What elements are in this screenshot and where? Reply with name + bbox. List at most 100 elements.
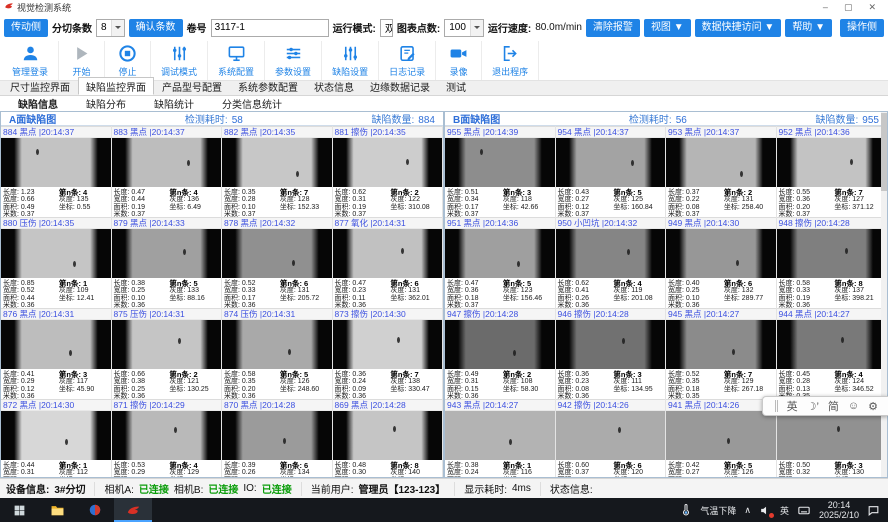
defect-thumbnail[interactable] bbox=[112, 411, 222, 460]
defect-cell[interactable]: 954 黑点 |20:14:37长度: 0.43宽度: 0.27面积: 0.12… bbox=[556, 126, 667, 217]
defect-cell[interactable]: 952 黑点 |20:14:36长度: 0.55宽度: 0.36面积: 0.20… bbox=[777, 126, 888, 217]
defect-thumbnail[interactable] bbox=[333, 411, 443, 460]
tab-1[interactable]: 缺陷监控界面 bbox=[78, 77, 154, 95]
weather-text[interactable]: 气温下降 bbox=[700, 504, 736, 517]
defect-cell[interactable]: 948 擦伤 |20:14:28长度: 0.58宽度: 0.33面积: 0.19… bbox=[777, 217, 888, 308]
defect-cell[interactable]: 873 擦伤 |20:14:30长度: 0.36宽度: 0.24面积: 0.09… bbox=[333, 308, 444, 399]
start-button[interactable]: 开始 bbox=[59, 41, 105, 80]
speaker-muted-icon[interactable] bbox=[759, 504, 772, 517]
tab-4[interactable]: 状态信息 bbox=[306, 77, 362, 95]
defect-cell[interactable]: 870 黑点 |20:14:28长度: 0.39宽度: 0.26面积: 0.10… bbox=[222, 399, 333, 478]
scrollbar-thumb[interactable] bbox=[881, 113, 887, 191]
debug-mode-button[interactable]: 调试模式 bbox=[151, 41, 208, 80]
defect-thumbnail[interactable] bbox=[222, 138, 332, 187]
defect-cell[interactable]: 874 压伤 |20:14:31长度: 0.58宽度: 0.35面积: 0.20… bbox=[222, 308, 333, 399]
tab-0[interactable]: 尺寸监控界面 bbox=[2, 77, 78, 95]
start-menu-icon[interactable] bbox=[0, 498, 38, 522]
defect-thumbnail[interactable] bbox=[1, 138, 111, 187]
defect-settings-button[interactable]: 缺陷设置 bbox=[322, 41, 379, 80]
defect-cell[interactable]: 882 黑点 |20:14:35长度: 0.35宽度: 0.28面积: 0.10… bbox=[222, 126, 333, 217]
defect-thumbnail[interactable] bbox=[556, 320, 666, 369]
param-settings-button[interactable]: 参数设置 bbox=[265, 41, 322, 80]
defect-thumbnail[interactable] bbox=[222, 320, 332, 369]
defect-cell[interactable]: 883 黑点 |20:14:37长度: 0.47宽度: 0.44面积: 0.19… bbox=[112, 126, 223, 217]
defect-thumbnail[interactable] bbox=[556, 229, 666, 278]
defect-thumbnail[interactable] bbox=[666, 320, 776, 369]
file-explorer-icon[interactable] bbox=[38, 498, 76, 522]
defect-thumbnail[interactable] bbox=[777, 138, 887, 187]
stop-button[interactable]: 停止 bbox=[105, 41, 151, 80]
defect-thumbnail[interactable] bbox=[445, 411, 555, 460]
defect-cell[interactable]: 875 压伤 |20:14:31长度: 0.66宽度: 0.38面积: 0.25… bbox=[112, 308, 223, 399]
log-button[interactable]: 日志记录 bbox=[379, 41, 436, 80]
defect-cell[interactable]: 955 黑点 |20:14:39长度: 0.51宽度: 0.34面积: 0.17… bbox=[445, 126, 556, 217]
input-language-indicator[interactable]: 英 bbox=[780, 504, 789, 517]
defect-thumbnail[interactable] bbox=[112, 229, 222, 278]
login-button[interactable]: 管理登录 bbox=[2, 41, 59, 80]
inspection-app-icon[interactable] bbox=[114, 498, 152, 522]
defect-thumbnail[interactable] bbox=[333, 138, 443, 187]
defect-thumbnail[interactable] bbox=[112, 320, 222, 369]
ime-moon-icon[interactable]: ☽’ bbox=[807, 400, 819, 413]
defect-cell[interactable]: 871 擦伤 |20:14:29长度: 0.53宽度: 0.29面积: 0.15… bbox=[112, 399, 223, 478]
defect-thumbnail[interactable] bbox=[333, 320, 443, 369]
chart-points-select[interactable]: 100 bbox=[444, 19, 484, 37]
clear-alarm-button[interactable]: 清除报警 bbox=[586, 19, 640, 37]
subtab-3[interactable]: 分类信息统计 bbox=[208, 96, 296, 111]
defect-cell[interactable]: 878 黑点 |20:14:32长度: 0.52宽度: 0.33面积: 0.17… bbox=[222, 217, 333, 308]
defect-cell[interactable]: 941 黑点 |20:14:26长度: 0.42宽度: 0.27面积: 0.11… bbox=[666, 399, 777, 478]
defect-cell[interactable]: 949 黑点 |20:14:30长度: 0.40宽度: 0.25面积: 0.10… bbox=[666, 217, 777, 308]
defect-thumbnail[interactable] bbox=[1, 229, 111, 278]
drive-side-button[interactable]: 传动侧 bbox=[4, 19, 48, 37]
defect-thumbnail[interactable] bbox=[777, 320, 887, 369]
defect-cell[interactable]: 880 压伤 |20:14:35长度: 0.85宽度: 0.52面积: 0.44… bbox=[1, 217, 112, 308]
run-mode-select[interactable]: 双面检测 bbox=[380, 19, 393, 37]
subtab-2[interactable]: 缺陷统计 bbox=[140, 96, 208, 111]
confirm-count-button[interactable]: 确认条数 bbox=[129, 19, 183, 37]
defect-thumbnail[interactable] bbox=[222, 411, 332, 460]
close-icon[interactable]: ✕ bbox=[868, 0, 876, 14]
roll-input[interactable] bbox=[211, 19, 329, 37]
ime-drag-handle[interactable] bbox=[775, 400, 778, 412]
defect-thumbnail[interactable] bbox=[333, 229, 443, 278]
vertical-scrollbar[interactable] bbox=[881, 112, 887, 477]
subtab-1[interactable]: 缺陷分布 bbox=[72, 96, 140, 111]
defect-thumbnail[interactable] bbox=[1, 411, 111, 460]
pinned-app-icon[interactable] bbox=[76, 498, 114, 522]
ime-settings-icon[interactable]: ⚙ bbox=[868, 400, 878, 413]
thermometer-icon[interactable] bbox=[680, 504, 692, 516]
tray-expand-caret[interactable]: ∧ bbox=[744, 505, 751, 516]
defect-cell[interactable]: 953 黑点 |20:14:37长度: 0.37宽度: 0.22面积: 0.08… bbox=[666, 126, 777, 217]
defect-thumbnail[interactable] bbox=[1, 320, 111, 369]
defect-thumbnail[interactable] bbox=[777, 411, 887, 460]
data-access-menu-button[interactable]: 数据快捷访问 ▼ bbox=[695, 19, 782, 37]
operator-side-button[interactable]: 操作侧 bbox=[840, 19, 884, 37]
tab-2[interactable]: 产品型号配置 bbox=[154, 77, 230, 95]
defect-thumbnail[interactable] bbox=[222, 229, 332, 278]
notification-center-icon[interactable] bbox=[867, 504, 880, 517]
exit-button[interactable]: 退出程序 bbox=[482, 41, 539, 80]
defect-cell[interactable]: 951 黑点 |20:14:36长度: 0.47宽度: 0.36面积: 0.18… bbox=[445, 217, 556, 308]
defect-cell[interactable]: 946 擦伤 |20:14:28长度: 0.36宽度: 0.23面积: 0.08… bbox=[556, 308, 667, 399]
defect-thumbnail[interactable] bbox=[556, 411, 666, 460]
defect-thumbnail[interactable] bbox=[666, 138, 776, 187]
minimize-icon[interactable]: – bbox=[823, 0, 828, 14]
defect-cell[interactable]: 884 黑点 |20:14:37长度: 1.23宽度: 0.66面积: 0.49… bbox=[1, 126, 112, 217]
defect-thumbnail[interactable] bbox=[445, 138, 555, 187]
defect-cell[interactable]: 869 黑点 |20:14:28长度: 0.48宽度: 0.30面积: 0.14… bbox=[333, 399, 444, 478]
touch-keyboard-icon[interactable] bbox=[797, 504, 811, 517]
defect-cell[interactable]: 879 黑点 |20:14:33长度: 0.38宽度: 0.25面积: 0.10… bbox=[112, 217, 223, 308]
ime-simplified-toggle[interactable]: 简 bbox=[828, 398, 839, 414]
defect-thumbnail[interactable] bbox=[556, 138, 666, 187]
defect-cell[interactable]: 944 黑点 |20:14:27长度: 0.45宽度: 0.28面积: 0.13… bbox=[777, 308, 888, 399]
ime-emoji-icon[interactable]: ☺ bbox=[848, 400, 859, 412]
defect-cell[interactable]: 943 黑点 |20:14:27长度: 0.38宽度: 0.24面积: 0.09… bbox=[445, 399, 556, 478]
defect-thumbnail[interactable] bbox=[445, 320, 555, 369]
tab-3[interactable]: 系统参数配置 bbox=[230, 77, 306, 95]
record-button[interactable]: 录像 bbox=[436, 41, 482, 80]
tab-5[interactable]: 边缘数据记录 bbox=[362, 77, 438, 95]
defect-cell[interactable]: 945 黑点 |20:14:27长度: 0.52宽度: 0.35面积: 0.18… bbox=[666, 308, 777, 399]
defect-thumbnail[interactable] bbox=[445, 229, 555, 278]
help-menu-button[interactable]: 帮助 ▼ bbox=[785, 19, 832, 37]
defect-cell[interactable]: 881 擦伤 |20:14:35长度: 0.62宽度: 0.31面积: 0.19… bbox=[333, 126, 444, 217]
